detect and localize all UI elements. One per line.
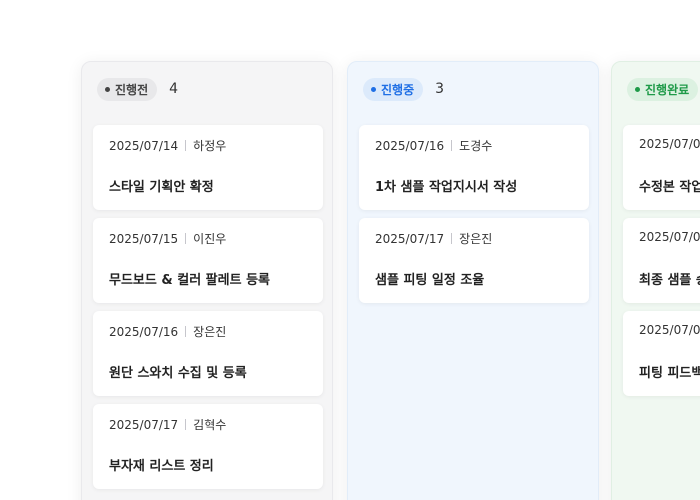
task-card[interactable]: 2025/07/14 하정우 스타일 기획안 확정 bbox=[93, 125, 323, 210]
status-dot-icon bbox=[635, 86, 640, 92]
card-date: 2025/07/15 bbox=[109, 231, 179, 246]
meta-divider bbox=[451, 140, 453, 151]
meta-divider bbox=[185, 233, 187, 244]
meta-divider bbox=[185, 326, 187, 337]
card-title: 최종 샘플 승 bbox=[639, 273, 700, 288]
status-label: 진행완료 bbox=[645, 82, 690, 97]
status-label: 진행중 bbox=[381, 82, 415, 97]
status-dot-icon bbox=[105, 86, 110, 92]
card-title: 수정본 작업 bbox=[639, 180, 700, 195]
card-meta: 2025/07/02 bbox=[639, 137, 700, 151]
status-dot-icon bbox=[371, 86, 376, 92]
card-assignee: 하정우 bbox=[193, 139, 227, 153]
card-date: 2025/07/16 bbox=[109, 324, 179, 339]
card-list: 2025/07/02 수정본 작업 2025/07/02 최종 샘플 승 202… bbox=[623, 125, 700, 404]
task-card[interactable]: 2025/07/02 최종 샘플 승 bbox=[623, 218, 700, 303]
card-meta: 2025/07/16 도경수 bbox=[375, 137, 492, 154]
card-meta: 2025/07/02 bbox=[639, 323, 700, 337]
task-card[interactable]: 2025/07/17 장은진 샘플 피팅 일정 조율 bbox=[359, 218, 589, 303]
card-assignee: 도경수 bbox=[459, 139, 493, 153]
task-card[interactable]: 2025/07/02 피팅 피드백 bbox=[623, 311, 700, 396]
card-date: 2025/07/17 bbox=[375, 231, 445, 246]
column-header: 진행중 3 bbox=[363, 77, 444, 101]
card-list: 2025/07/16 도경수 1차 샘플 작업지시서 작성 2025/07/17… bbox=[359, 125, 589, 311]
task-card[interactable]: 2025/07/16 장은진 원단 스와치 수집 및 등록 bbox=[93, 311, 323, 396]
card-date: 2025/07/02 bbox=[639, 230, 700, 244]
status-badge[interactable]: 진행중 bbox=[363, 77, 424, 101]
meta-divider bbox=[185, 140, 187, 151]
card-meta: 2025/07/17 김혁수 bbox=[109, 416, 226, 433]
card-date: 2025/07/02 bbox=[639, 323, 700, 337]
column-header: 진행전 4 bbox=[97, 77, 178, 101]
card-date: 2025/07/16 bbox=[375, 138, 445, 153]
card-list: 2025/07/14 하정우 스타일 기획안 확정 2025/07/15 이진우… bbox=[93, 125, 323, 497]
kanban-board: 진행전 4 2025/07/14 하정우 스타일 기획안 확정 2025/07/… bbox=[0, 0, 700, 500]
status-badge[interactable]: 진행완료 bbox=[627, 77, 699, 101]
column-header: 진행완료 bbox=[627, 77, 699, 101]
card-date: 2025/07/02 bbox=[639, 137, 700, 151]
card-title: 스타일 기획안 확정 bbox=[109, 180, 214, 195]
card-title: 샘플 피팅 일정 조율 bbox=[375, 273, 485, 288]
card-date: 2025/07/17 bbox=[109, 417, 179, 432]
card-assignee: 김혁수 bbox=[193, 418, 227, 432]
task-card[interactable]: 2025/07/02 수정본 작업 bbox=[623, 125, 700, 210]
card-title: 피팅 피드백 bbox=[639, 366, 700, 381]
card-meta: 2025/07/16 장은진 bbox=[109, 323, 226, 340]
card-meta: 2025/07/02 bbox=[639, 230, 700, 244]
card-meta: 2025/07/14 하정우 bbox=[109, 137, 226, 154]
card-meta: 2025/07/17 장은진 bbox=[375, 230, 492, 247]
column-count: 3 bbox=[435, 81, 445, 97]
task-card[interactable]: 2025/07/17 김혁수 부자재 리스트 정리 bbox=[93, 404, 323, 489]
meta-divider bbox=[451, 233, 453, 244]
column-count: 4 bbox=[169, 81, 179, 97]
card-date: 2025/07/14 bbox=[109, 138, 179, 153]
task-card[interactable]: 2025/07/16 도경수 1차 샘플 작업지시서 작성 bbox=[359, 125, 589, 210]
meta-divider bbox=[185, 419, 187, 430]
card-assignee: 이진우 bbox=[193, 232, 227, 246]
card-assignee: 장은진 bbox=[193, 325, 227, 339]
card-title: 1차 샘플 작업지시서 작성 bbox=[375, 180, 518, 195]
task-card[interactable]: 2025/07/15 이진우 무드보드 & 컬러 팔레트 등록 bbox=[93, 218, 323, 303]
column-todo: 진행전 4 2025/07/14 하정우 스타일 기획안 확정 2025/07/… bbox=[81, 61, 333, 500]
card-title: 원단 스와치 수집 및 등록 bbox=[109, 366, 247, 381]
status-badge[interactable]: 진행전 bbox=[97, 77, 158, 101]
card-title: 무드보드 & 컬러 팔레트 등록 bbox=[109, 273, 271, 288]
column-done: 진행완료 2025/07/02 수정본 작업 2025/07/02 최종 샘플 … bbox=[611, 61, 700, 500]
card-meta: 2025/07/15 이진우 bbox=[109, 230, 226, 247]
card-assignee: 장은진 bbox=[459, 232, 493, 246]
card-title: 부자재 리스트 정리 bbox=[109, 459, 214, 474]
status-label: 진행전 bbox=[115, 82, 149, 97]
column-in-progress: 진행중 3 2025/07/16 도경수 1차 샘플 작업지시서 작성 2025… bbox=[347, 61, 599, 500]
